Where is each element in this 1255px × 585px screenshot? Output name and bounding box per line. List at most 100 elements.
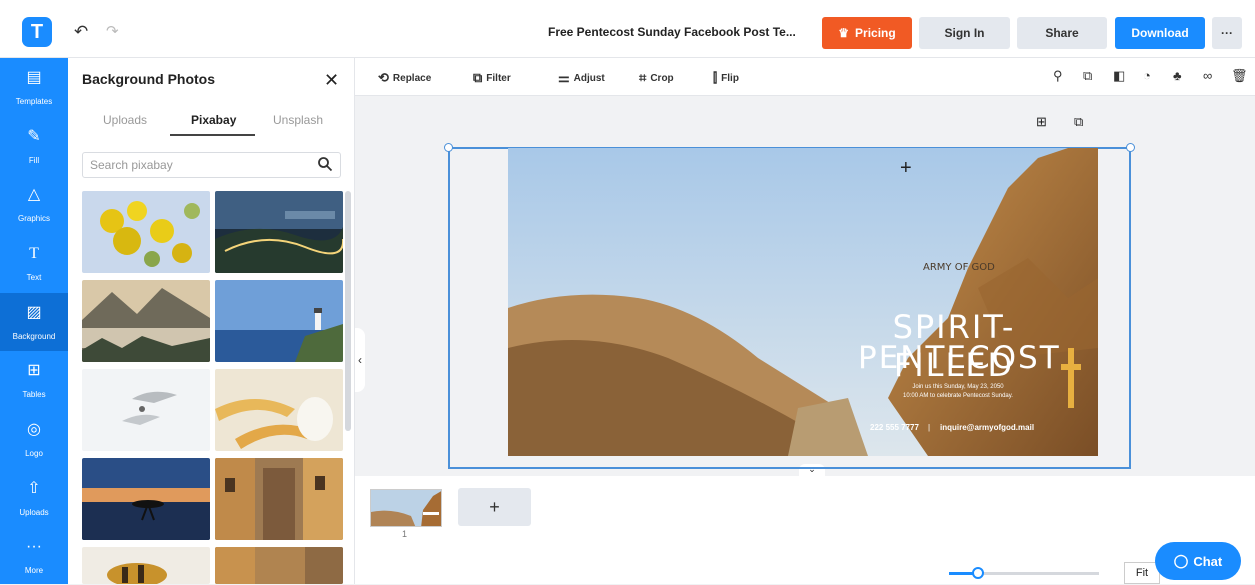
adjust-icon: ⚌ [558,70,570,85]
sidebar-item-label: More [24,566,44,575]
flip-icon: ⫿ [713,70,718,85]
sidebar-item-label: Logo [25,449,43,458]
paint-format-icon[interactable]: ⚲ [1053,68,1067,83]
sidebar-item-fill[interactable]: ✎ Fill [0,117,68,175]
undo-icon[interactable]: ↶ [74,22,92,42]
event-line-1[interactable]: Join us this Sunday, May 23, 2050 [868,384,1048,390]
resize-handle[interactable] [444,143,453,152]
canyon-background-image [508,148,1098,456]
sidebar-item-label: Uploads [19,508,49,517]
image-toolbar: ⟲ Replace ⧉ Filter ⚌ Adjust ⌗ Crop ⫿ Flip ⚲ ⧉… [355,58,1255,96]
panel-scrollbar[interactable] [345,191,351,431]
sidebar-item-templates[interactable]: ▤ Templates [0,58,68,116]
table-icon: ⊞ [27,362,41,379]
filter-icon: ⧉ [473,70,483,85]
sidebar-item-label: Text [26,273,42,282]
duplicate-icon[interactable]: ⧉ [1083,68,1097,83]
sidebar-item-background[interactable]: ▨ Background [0,293,68,351]
cross-icon [1061,348,1081,408]
sidebar-item-label: Background [12,332,56,341]
background-photos-panel: Background Photos ✕ Uploads Pixabay Unsp… [68,58,355,584]
photo-thumbnail-misty-mountains[interactable] [82,280,210,362]
headline-line-2[interactable]: PENTECOST [858,340,1059,376]
logo-icon: ◎ [27,421,41,438]
download-button[interactable]: Download [1115,17,1205,49]
sidebar-item-label: Graphics [17,214,50,223]
contact-phone[interactable]: 222 555 7777 [870,423,930,432]
transparency-icon[interactable]: ◔ [1143,68,1157,83]
upload-icon: ⇧ [27,480,41,497]
org-name[interactable]: ARMY OF GOD [923,262,995,273]
photo-thumbnail-yellow-flowers[interactable] [82,191,210,273]
filter-button[interactable]: ⧉ Filter [473,70,511,86]
crown-icon: ♛ [838,26,850,40]
chat-button[interactable]: ◯ Chat [1155,542,1241,580]
sidebar-item-uploads[interactable]: ⇧ Uploads [0,469,68,527]
sidebar-item-more[interactable]: ··· More [0,527,68,585]
document-title[interactable]: Free Pentecost Sunday Facebook Post Te..… [548,25,808,39]
pricing-button[interactable]: ♛ Pricing [822,17,912,49]
page-thumbnail[interactable] [370,489,442,527]
photo-thumbnail-savanna-sunset[interactable] [82,458,210,540]
add-page-icon[interactable]: ⊞ [1036,114,1047,130]
sidebar-item-label: Templates [15,97,53,106]
chat-bubble-icon: ◯ [1173,553,1189,568]
replace-icon: ⟲ [378,70,389,85]
photo-thumbnail-lighthouse[interactable] [215,280,343,362]
layer-icon[interactable]: ◧ [1113,68,1127,83]
photo-thumbnail-flying-birds[interactable] [82,369,210,451]
more-options-button[interactable]: ··· [1212,17,1242,49]
active-tab-indicator [170,134,255,136]
link-icon[interactable]: ∞ [1203,68,1217,83]
tab-pixabay[interactable]: Pixabay [191,113,236,127]
design-canvas[interactable]: ARMY OF GOD SPIRIT-FILLED PENTECOST + Jo… [508,148,1098,456]
pen-icon: ✎ [27,128,41,145]
sidebar-item-label: Fill [28,156,40,165]
zoom-slider-handle[interactable] [972,567,984,579]
photo-thumbnail-old-street[interactable] [215,458,343,540]
resize-handle[interactable] [1126,143,1135,152]
photo-thumbnail-pelicans[interactable] [215,369,343,451]
photo-thumbnail-bee[interactable] [82,547,210,584]
share-button[interactable]: Share [1017,17,1107,49]
add-page-button[interactable]: + [458,488,531,526]
shapes-icon: △ [27,186,41,203]
flip-button[interactable]: ⫿ Flip [713,70,739,86]
photo-thumbnail-street-bottom[interactable] [215,547,343,584]
page-number: 1 [402,529,408,539]
contact-separator: | [928,423,931,432]
search-input[interactable]: Search pixabay [82,152,341,178]
replace-button[interactable]: ⟲ Replace [378,70,431,86]
collapse-panel-button[interactable]: ‹ [355,328,365,392]
sidebar-item-graphics[interactable]: △ Graphics [0,175,68,233]
delete-icon[interactable]: 🗑 [1231,68,1248,83]
filter-label: Filter [486,72,511,84]
position-icon[interactable]: ♣ [1173,68,1187,83]
text-icon: T [29,245,39,262]
crop-button[interactable]: ⌗ Crop [639,70,674,86]
tab-unsplash[interactable]: Unsplash [273,113,323,127]
photo-thumbnail-coastal-road[interactable] [215,191,343,273]
sidebar-item-tables[interactable]: ⊞ Tables [0,351,68,409]
sidebar-item-label: Tables [22,390,46,399]
crop-icon: ⌗ [639,70,647,85]
adjust-label: Adjust [573,72,605,84]
top-bar: T ↶ ↷ Free Pentecost Sunday Facebook Pos… [0,0,1255,58]
adjust-button[interactable]: ⚌ Adjust [558,70,605,86]
close-icon[interactable]: ✕ [324,70,339,91]
event-line-2[interactable]: 10:00 AM to celebrate Pentecost Sunday. [868,393,1048,399]
tab-uploads[interactable]: Uploads [103,113,147,127]
copy-page-icon[interactable]: ⧉ [1074,114,1083,130]
app-logo[interactable]: T [22,17,52,47]
redo-icon[interactable]: ↷ [106,22,124,42]
background-icon: ▨ [26,304,42,321]
sidebar-item-logo[interactable]: ◎ Logo [0,410,68,468]
sign-in-button[interactable]: Sign In [919,17,1010,49]
sidebar: ▤ Templates ✎ Fill △ Graphics T Text ▨ Backgr… [0,58,68,584]
search-icon[interactable] [317,156,333,172]
pricing-label: Pricing [855,26,896,40]
contact-email[interactable]: inquire@armyofgod.mail [940,423,1036,432]
sidebar-item-text[interactable]: T Text [0,234,68,292]
panel-title: Background Photos [82,71,216,87]
chat-label: Chat [1193,553,1223,569]
